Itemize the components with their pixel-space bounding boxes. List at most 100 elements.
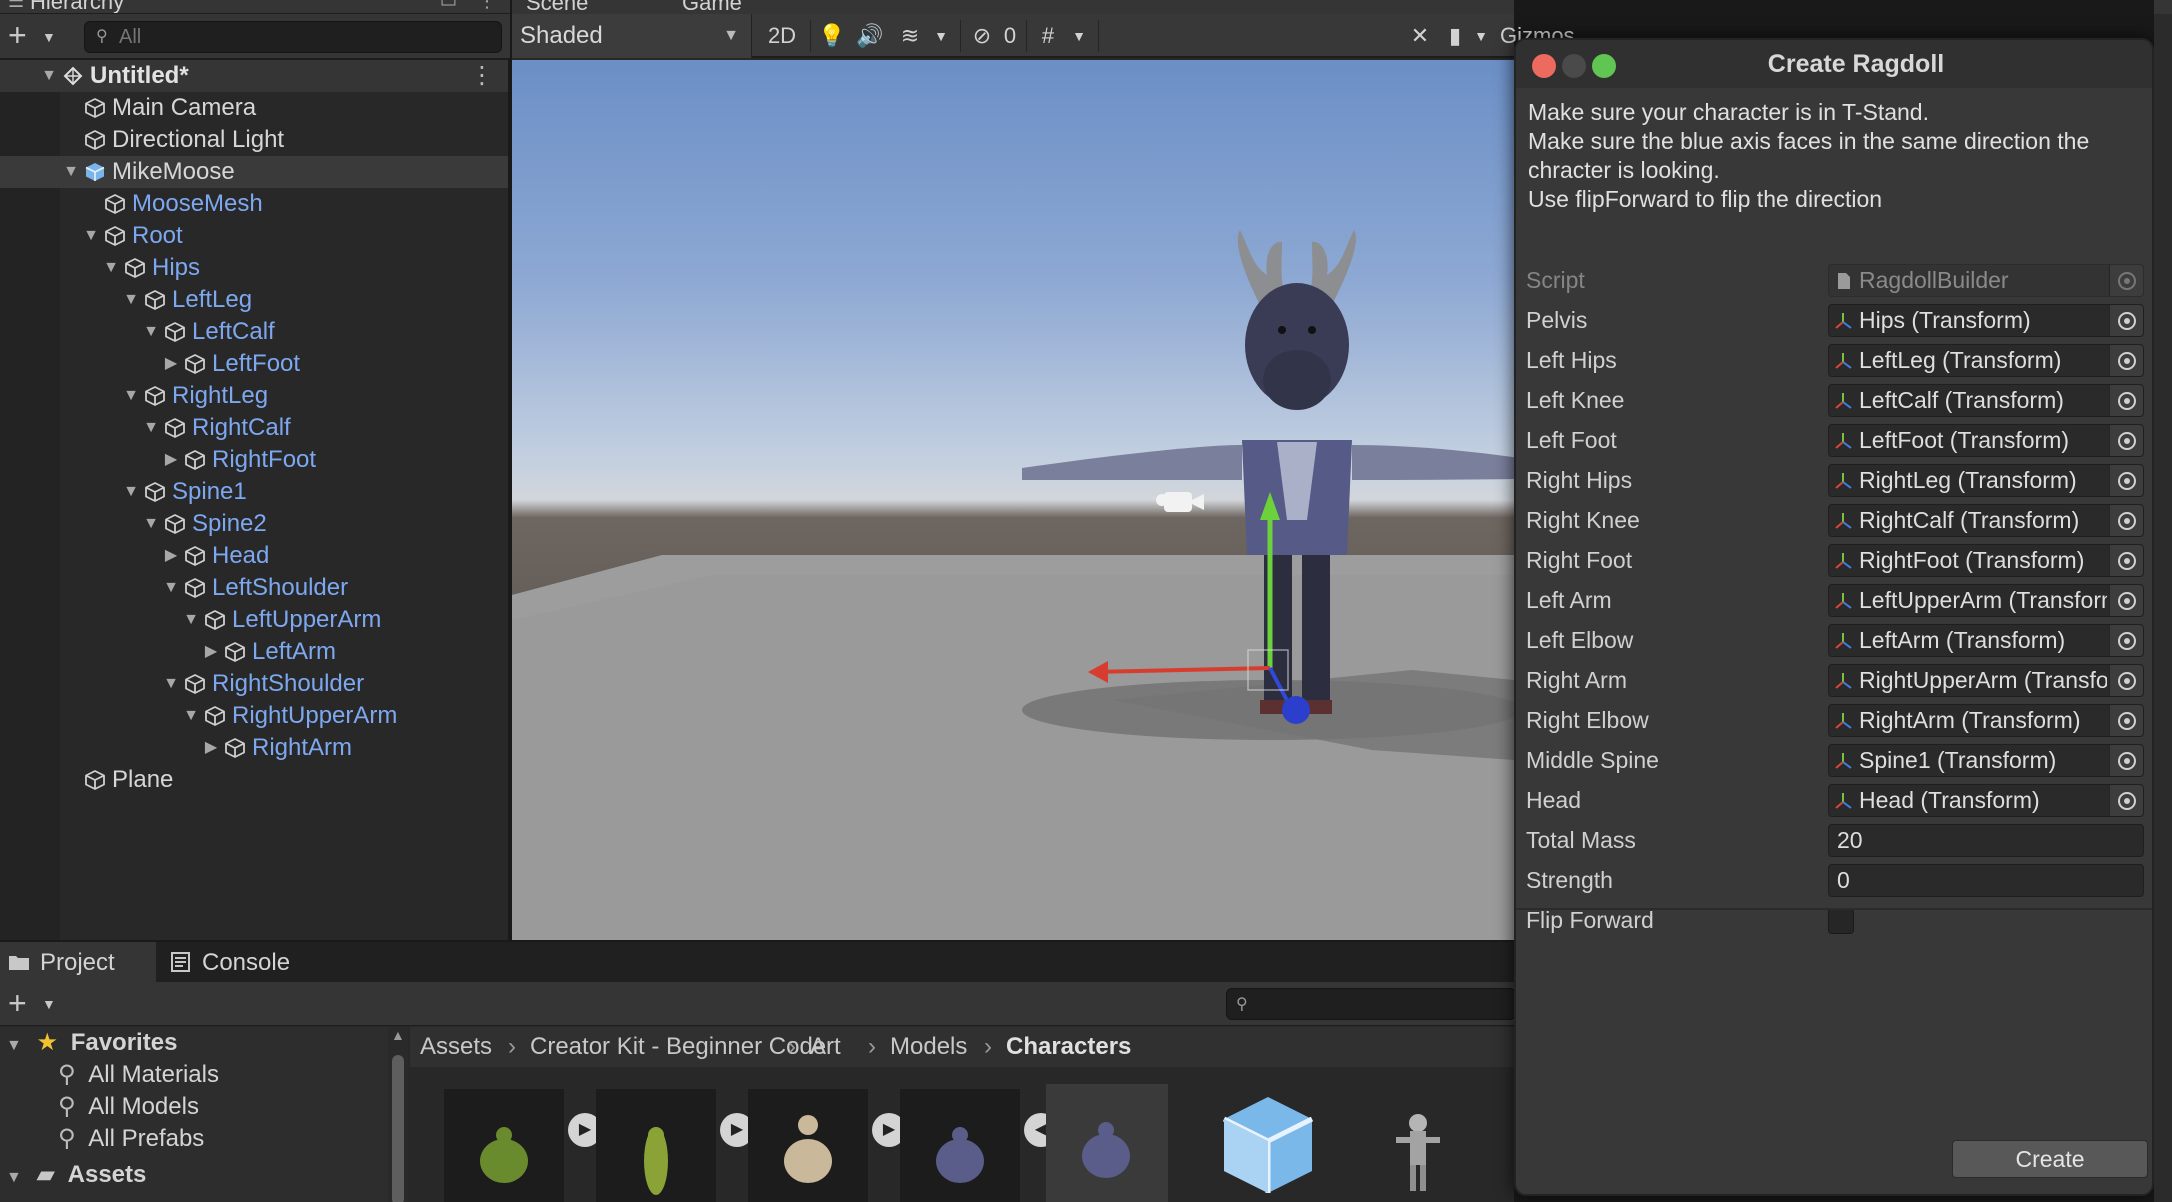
hierarchy-item[interactable]: MooseMesh [0,188,508,220]
hierarchy-item[interactable]: ▼ Hips [0,252,508,284]
collapse-arrow-icon[interactable]: ▶ [160,540,182,572]
object-field[interactable]: LeftFoot (Transform) [1828,424,2144,457]
object-picker-icon[interactable] [2109,705,2143,736]
expand-arrow-icon[interactable]: ▼ [140,316,162,348]
object-field[interactable]: RightFoot (Transform) [1828,544,2144,577]
expand-arrow-icon[interactable]: ▼ [160,572,182,604]
object-picker-icon[interactable] [2109,625,2143,656]
expand-arrow-icon[interactable]: ▼ [180,700,202,732]
chevron-down-icon[interactable]: ▼ [42,996,56,1012]
breadcrumb-item[interactable]: Art [810,1027,841,1067]
audio-toggle-icon[interactable]: 🔊 [852,18,888,54]
object-field[interactable]: RightLeg (Transform) [1828,464,2144,497]
expand-arrow-icon[interactable]: ▼ [38,60,60,92]
object-picker-icon[interactable] [2109,465,2143,496]
hierarchy-scene-row[interactable]: ▼ Untitled* ⋮ [0,60,508,92]
expand-arrow-icon[interactable]: ▼ [100,252,122,284]
object-picker-icon[interactable] [2109,665,2143,696]
chevron-down-icon[interactable]: ▼ [42,29,56,45]
expand-arrow-icon[interactable]: ▼ [140,508,162,540]
expand-arrow-icon[interactable]: ▼ [60,156,82,188]
object-field[interactable]: RightCalf (Transform) [1828,504,2144,537]
favorite-item[interactable]: ⚲ All Prefabs [58,1123,204,1155]
hierarchy-item[interactable]: ▶ LeftArm [0,636,508,668]
object-field[interactable]: Spine1 (Transform) [1828,744,2144,777]
add-icon[interactable]: + [8,18,27,52]
hierarchy-item[interactable]: ▼ LeftLeg [0,284,508,316]
object-field[interactable]: LeftCalf (Transform) [1828,384,2144,417]
object-picker-icon[interactable] [2109,505,2143,536]
hierarchy-item[interactable]: ▼ Spine2 [0,508,508,540]
breadcrumb-item[interactable]: Models [890,1027,967,1067]
object-picker-icon[interactable] [2109,305,2143,336]
asset-thumbnail[interactable] [444,1089,564,1202]
project-search-input[interactable] [1226,988,1516,1020]
collapse-arrow-icon[interactable]: ▶ [200,732,222,764]
camera-icon[interactable]: ▮ [1440,18,1470,54]
object-field[interactable]: RightUpperArm (Transform) [1828,664,2144,697]
expand-arrow-icon[interactable]: ▼ [120,380,142,412]
object-field[interactable]: Hips (Transform) [1828,304,2144,337]
hierarchy-item[interactable]: ▼ RightShoulder [0,668,508,700]
hierarchy-item[interactable]: ▼ LeftCalf [0,316,508,348]
prefab-asset-thumbnail[interactable] [1208,1089,1328,1202]
toggle-2d-button[interactable]: 2D [760,18,804,54]
hierarchy-item[interactable]: ▼ RightLeg [0,380,508,412]
lighting-toggle-icon[interactable]: 💡 [814,18,850,54]
hierarchy-item[interactable]: Plane [0,764,508,796]
expand-arrow-icon[interactable]: ▼ [120,476,142,508]
hierarchy-tab[interactable]: Hierarchy [30,0,124,13]
tools-icon[interactable]: ✕ [1402,18,1438,54]
inspector-tab[interactable] [2154,0,2172,14]
grid-snap-icon[interactable]: # [1030,18,1066,54]
favorite-item[interactable]: ⚲ All Models [58,1091,199,1123]
total-mass-input[interactable] [1828,824,2144,857]
breadcrumb-item[interactable]: Characters [1006,1027,1131,1067]
hierarchy-item[interactable]: ▼ Spine1 [0,476,508,508]
tab-game[interactable]: Game [682,0,742,14]
breadcrumb-item[interactable]: Assets [420,1027,492,1067]
object-picker-icon[interactable] [2109,785,2143,816]
menu-icon[interactable]: ☰ [8,0,24,12]
chevron-down-icon[interactable]: ▼ [1068,18,1090,54]
hierarchy-item[interactable]: ▶ Head [0,540,508,572]
scene-viewport[interactable] [512,60,1514,940]
create-button[interactable]: Create [1952,1140,2148,1178]
object-field[interactable]: LeftLeg (Transform) [1828,344,2144,377]
tab-project[interactable]: Project [0,942,156,982]
object-field[interactable]: LeftArm (Transform) [1828,624,2144,657]
tab-scene[interactable]: Scene [526,0,588,14]
expand-arrow-icon[interactable]: ▼ [140,412,162,444]
expand-arrow-icon[interactable]: ▼ [180,604,202,636]
panel-menu-icon[interactable]: ⋮ [478,0,496,12]
favorite-item[interactable]: ⚲ All Materials [58,1059,219,1091]
asset-thumbnail[interactable] [748,1089,868,1202]
scene-menu-icon[interactable]: ⋮ [470,60,494,92]
hierarchy-item[interactable]: ▶ RightFoot [0,444,508,476]
tab-console[interactable]: Console [162,942,332,982]
expand-arrow-icon[interactable]: ▼ [120,284,142,316]
hierarchy-item[interactable]: ▼ LeftUpperArm [0,604,508,636]
breadcrumb-item[interactable]: Creator Kit - Beginner Code [530,1027,826,1067]
assets-folder[interactable]: ▼ ▰ Assets [6,1159,146,1191]
scrollbar-thumb[interactable] [392,1055,404,1202]
hierarchy-item[interactable]: ▼ RightUpperArm [0,700,508,732]
chevron-up-icon[interactable]: ▲ [391,1027,405,1043]
visibility-hidden-icon[interactable]: ⊘ [964,18,1000,54]
object-field[interactable]: LeftUpperArm (Transform) [1828,584,2144,617]
expand-arrow-icon[interactable]: ▼ [80,220,102,252]
hierarchy-search-input[interactable] [84,21,502,53]
object-picker-icon[interactable] [2109,345,2143,376]
object-picker-icon[interactable] [2109,745,2143,776]
object-picker-icon[interactable] [2109,585,2143,616]
object-picker-icon[interactable] [2109,425,2143,456]
hierarchy-item[interactable]: ▶ RightArm [0,732,508,764]
add-icon[interactable]: + [8,984,27,1022]
window-titlebar[interactable]: Create Ragdoll [1516,40,2152,88]
chevron-down-icon[interactable]: ▼ [930,18,952,54]
avatar-asset-thumbnail[interactable] [1360,1089,1480,1202]
hierarchy-item[interactable]: Directional Light [0,124,508,156]
shading-mode-dropdown[interactable]: Shaded ▼ [512,14,752,58]
flip-forward-checkbox[interactable] [1828,908,1854,934]
collapse-arrow-icon[interactable]: ▶ [160,444,182,476]
